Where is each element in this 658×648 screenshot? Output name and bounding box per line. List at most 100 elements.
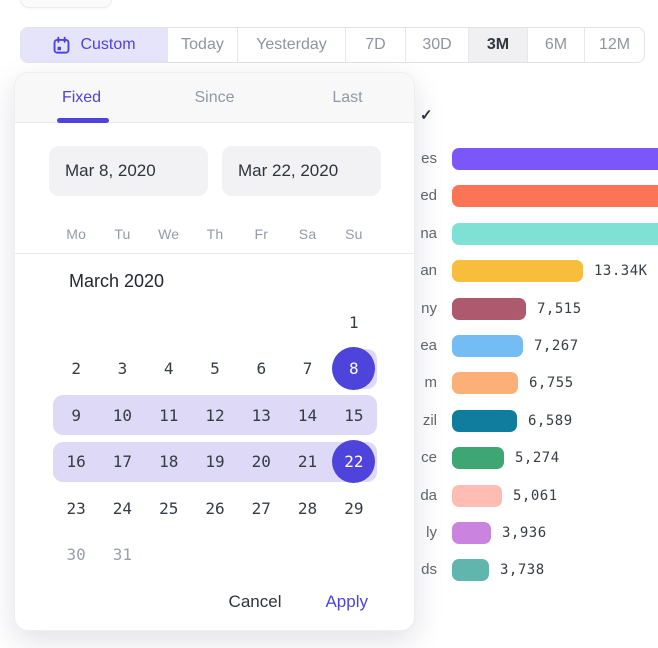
- day-number: 3: [118, 359, 128, 378]
- header-divider: [15, 253, 414, 254]
- day-cell[interactable]: 24: [99, 485, 145, 532]
- preset-30d[interactable]: 30D: [405, 28, 468, 62]
- day-cell[interactable]: 17: [99, 439, 145, 486]
- day-cell-empty: [192, 299, 238, 346]
- date-range-toolbar: Custom Today Yesterday 7D 30D 3M 6M 12M: [20, 27, 645, 63]
- preset-7d[interactable]: 7D: [345, 28, 405, 62]
- day-cell[interactable]: 10: [99, 392, 145, 439]
- bar-value: 5,274: [515, 447, 560, 469]
- day-number: 10: [113, 406, 132, 425]
- day-number: 9: [71, 406, 81, 425]
- calendar-grid: 1234567891011121314151617181920212223242…: [15, 299, 414, 578]
- day-cell[interactable]: 18: [146, 439, 192, 486]
- preset-today[interactable]: Today: [167, 28, 237, 62]
- preset-3m[interactable]: 3M: [468, 28, 527, 62]
- day-cell[interactable]: 26: [192, 485, 238, 532]
- day-cell[interactable]: 11: [146, 392, 192, 439]
- month-title: March 2020: [69, 269, 414, 293]
- day-cell-empty: [284, 299, 330, 346]
- day-number: 19: [205, 452, 224, 471]
- preset-yesterday[interactable]: Yesterday: [237, 28, 345, 62]
- bar[interactable]: [452, 372, 518, 394]
- day-cell-empty: [331, 532, 377, 579]
- custom-range-button[interactable]: Custom: [21, 28, 167, 62]
- bar[interactable]: [452, 485, 502, 507]
- day-cell[interactable]: 2: [53, 346, 99, 393]
- bar[interactable]: [452, 298, 526, 320]
- day-number: 28: [298, 499, 317, 518]
- day-cell[interactable]: 14: [284, 392, 330, 439]
- day-cell[interactable]: 8: [331, 346, 377, 393]
- bar[interactable]: [452, 559, 489, 581]
- day-cell[interactable]: 27: [238, 485, 284, 532]
- tab-last[interactable]: Last: [281, 73, 414, 122]
- weekday-label: We: [146, 226, 192, 250]
- day-cell[interactable]: 21: [284, 439, 330, 486]
- start-date-input[interactable]: Mar 8, 2020: [49, 146, 208, 196]
- day-number: 7: [303, 359, 313, 378]
- apply-button[interactable]: Apply: [325, 592, 368, 612]
- date-picker-popup: Fixed Since Last Mar 8, 2020 Mar 22, 202…: [14, 72, 415, 631]
- screen: esednaan13.34Kny7,515ea7,267m6,755zil6,5…: [0, 0, 658, 648]
- bar[interactable]: [452, 185, 658, 207]
- day-cell[interactable]: 12: [192, 392, 238, 439]
- day-cell[interactable]: 15: [331, 392, 377, 439]
- day-cell[interactable]: 20: [238, 439, 284, 486]
- bar-value: 3,738: [500, 559, 545, 581]
- bar[interactable]: [452, 522, 491, 544]
- bar[interactable]: [452, 223, 658, 245]
- day-number: 8: [332, 347, 375, 390]
- day-cell[interactable]: 28: [284, 485, 330, 532]
- day-cell[interactable]: 29: [331, 485, 377, 532]
- tab-fixed[interactable]: Fixed: [15, 73, 148, 122]
- day-number: 16: [67, 452, 86, 471]
- day-number: 25: [159, 499, 178, 518]
- bar-value: 6,755: [529, 372, 574, 394]
- day-number: 13: [252, 406, 271, 425]
- day-number: 20: [252, 452, 271, 471]
- bar-value: 6,589: [528, 410, 573, 432]
- preset-12m[interactable]: 12M: [584, 28, 644, 62]
- date-inputs-row: Mar 8, 2020 Mar 22, 2020: [49, 146, 381, 196]
- day-cell[interactable]: 19: [192, 439, 238, 486]
- day-number: 26: [205, 499, 224, 518]
- day-cell[interactable]: 9: [53, 392, 99, 439]
- day-number: 1: [349, 313, 359, 332]
- bar[interactable]: [452, 260, 583, 282]
- weekday-label: Su: [331, 226, 377, 250]
- day-number: 17: [113, 452, 132, 471]
- end-date-input[interactable]: Mar 22, 2020: [222, 146, 381, 196]
- calendar-week-row: 30 31: [53, 532, 377, 579]
- calendar-icon: [52, 36, 71, 55]
- day-cell[interactable]: 7: [284, 346, 330, 393]
- tab-since[interactable]: Since: [148, 73, 281, 122]
- day-cell[interactable]: 13: [238, 392, 284, 439]
- bar[interactable]: [452, 410, 517, 432]
- cancel-button[interactable]: Cancel: [229, 592, 282, 612]
- day-cell[interactable]: 16: [53, 439, 99, 486]
- bar-value: 5,061: [513, 485, 558, 507]
- weekday-label: Th: [192, 226, 238, 250]
- day-cell[interactable]: 31: [99, 532, 145, 579]
- day-cell[interactable]: 23: [53, 485, 99, 532]
- day-cell[interactable]: 5: [192, 346, 238, 393]
- weekday-label: Fr: [238, 226, 284, 250]
- day-cell[interactable]: 6: [238, 346, 284, 393]
- bar[interactable]: [452, 148, 658, 170]
- day-cell[interactable]: 22: [331, 439, 377, 486]
- preset-6m[interactable]: 6M: [527, 28, 584, 62]
- day-cell[interactable]: 3: [99, 346, 145, 393]
- day-cell[interactable]: 4: [146, 346, 192, 393]
- day-cell[interactable]: 25: [146, 485, 192, 532]
- day-cell[interactable]: 30: [53, 532, 99, 579]
- day-cell-empty: [146, 532, 192, 579]
- calendar-week-row: 1: [53, 299, 377, 346]
- day-number: 5: [210, 359, 220, 378]
- day-number: 30: [67, 545, 86, 564]
- day-cell[interactable]: 1: [331, 299, 377, 346]
- bar[interactable]: [452, 335, 523, 357]
- calendar-week-row: 16 17 18 19 20 2122: [53, 439, 377, 486]
- day-number: 11: [159, 406, 178, 425]
- bar[interactable]: [452, 447, 504, 469]
- calendar-week-row: 9 10 11 12 13 1415: [53, 392, 377, 439]
